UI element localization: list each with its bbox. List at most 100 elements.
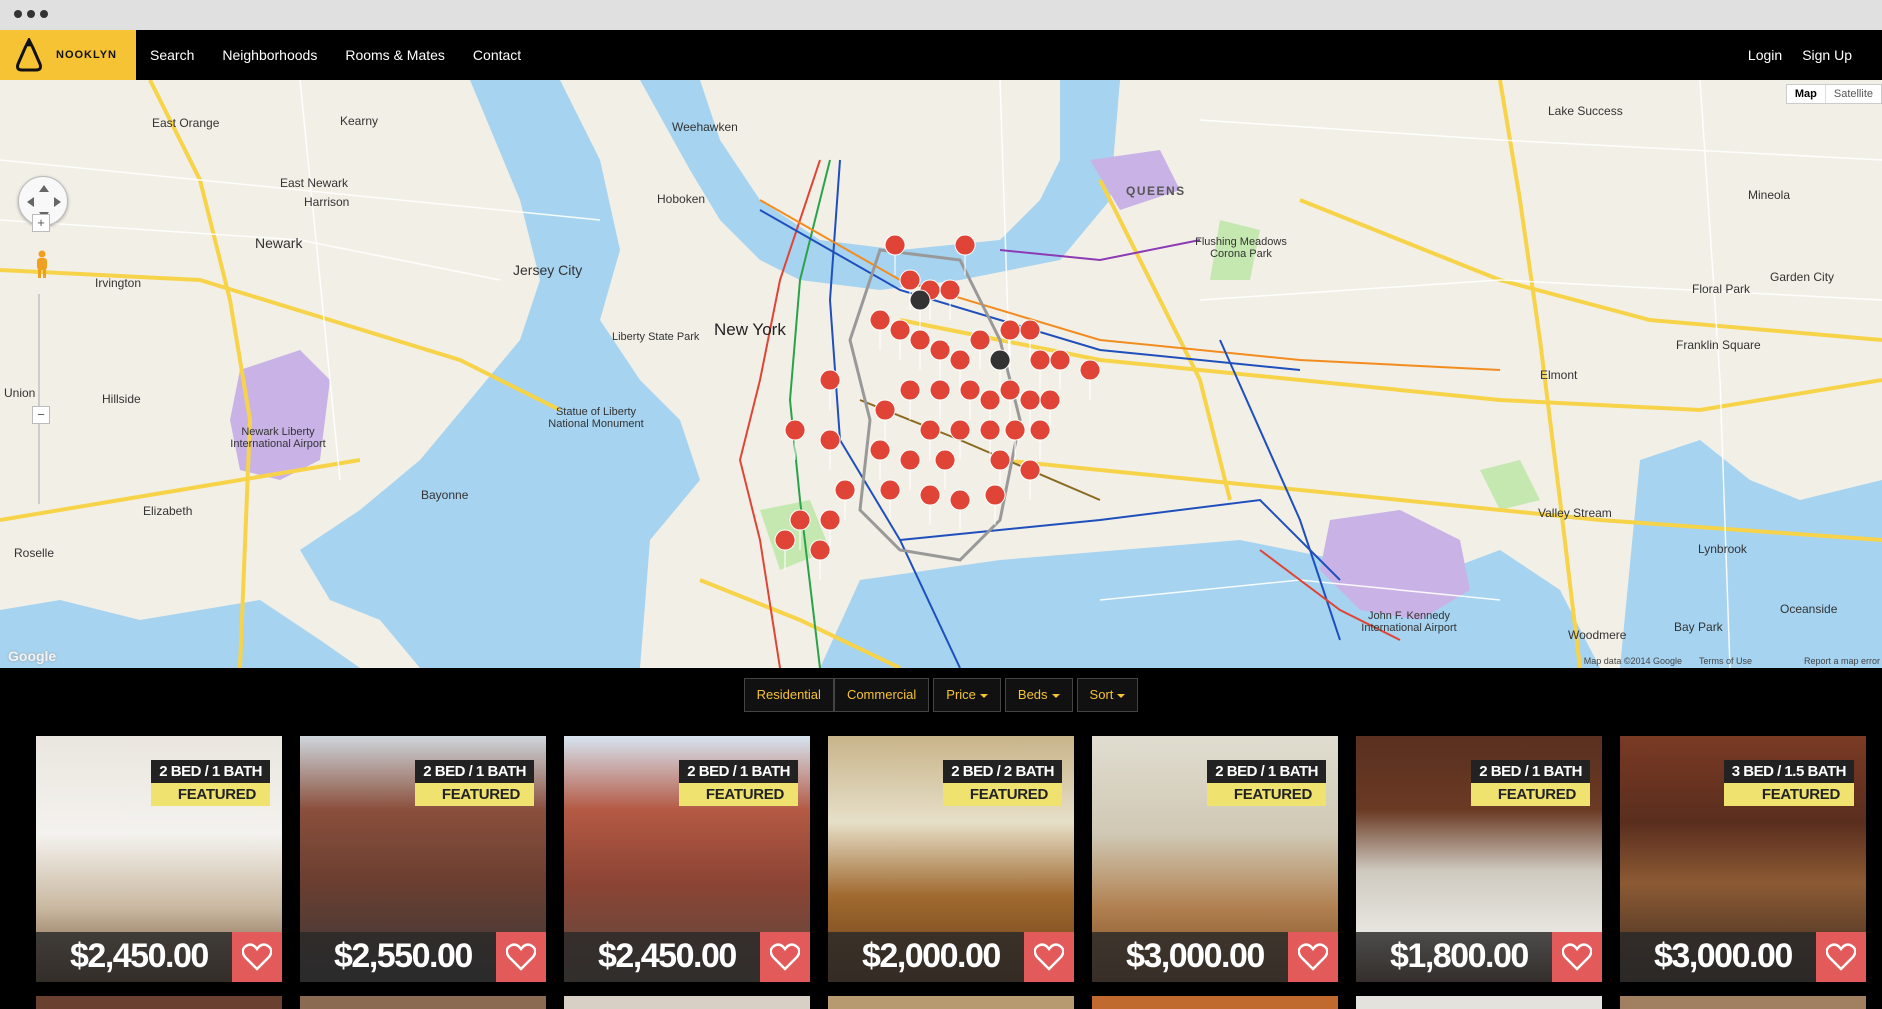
map-label-newark-airport: Newark Liberty International Airport: [230, 426, 326, 450]
beds-baths-label: 2 BED / 1 BATH: [1471, 760, 1590, 783]
listing-price: $2,450.00: [70, 937, 209, 975]
logo-text: NOOKLYN: [56, 49, 117, 61]
map-label-oceanside: Oceanside: [1780, 602, 1838, 616]
featured-badge: FEATURED: [943, 783, 1062, 806]
featured-badge: FEATURED: [151, 783, 270, 806]
caret-down-icon: [1117, 693, 1126, 698]
map-label-weehawken: Weehawken: [672, 120, 738, 134]
listing-card-partial[interactable]: [1620, 996, 1866, 1009]
map-label-hillside: Hillside: [102, 392, 141, 406]
price-dropdown[interactable]: Price: [933, 678, 1001, 712]
beds-label: Beds: [1017, 687, 1048, 702]
listing-grid-row-2: [36, 996, 1866, 1009]
beds-baths-label: 2 BED / 1 BATH: [679, 760, 798, 783]
listing-card[interactable]: 2 BED / 1 BATH FEATURED $2,450.00: [36, 736, 282, 982]
listing-card[interactable]: 2 BED / 1 BATH FEATURED $2,450.00: [564, 736, 810, 982]
listing-card[interactable]: 2 BED / 2 BATH FEATURED $2,000.00: [828, 736, 1074, 982]
listing-tag: 2 BED / 1 BATH FEATURED: [151, 760, 270, 806]
listing-tag: 2 BED / 1 BATH FEATURED: [1471, 760, 1590, 806]
map-type-map-button[interactable]: Map: [1787, 85, 1826, 103]
map-report-link[interactable]: Report a map error: [1804, 656, 1880, 666]
listing-price: $1,800.00: [1390, 937, 1529, 975]
listing-card[interactable]: 3 BED / 1.5 BATH FEATURED $3,000.00: [1620, 736, 1866, 982]
heart-icon: [1562, 943, 1592, 971]
favorite-button[interactable]: [1552, 932, 1602, 982]
favorite-button[interactable]: [1288, 932, 1338, 982]
map-terms-link[interactable]: Terms of Use: [1699, 656, 1752, 666]
listing-card-partial[interactable]: [1356, 996, 1602, 1009]
favorite-button[interactable]: [232, 932, 282, 982]
listing-price: $2,450.00: [598, 937, 737, 975]
heart-icon: [770, 943, 800, 971]
listings-map[interactable]: New York Newark Jersey City East Orange …: [0, 80, 1882, 668]
zoom-out-button[interactable]: −: [32, 406, 50, 424]
map-label-bayonne: Bayonne: [421, 488, 469, 502]
listing-card[interactable]: 2 BED / 1 BATH FEATURED $1,800.00: [1356, 736, 1602, 982]
residential-button[interactable]: Residential: [743, 678, 834, 712]
heart-icon: [1826, 943, 1856, 971]
nav-search[interactable]: Search: [136, 47, 208, 63]
sort-label: Sort: [1089, 687, 1114, 702]
map-label-flushing-meadows: Flushing Meadows Corona Park: [1195, 236, 1287, 260]
beds-baths-label: 2 BED / 1 BATH: [151, 760, 270, 783]
listing-card-partial[interactable]: [36, 996, 282, 1009]
favorite-button[interactable]: [760, 932, 810, 982]
heart-icon: [1298, 943, 1328, 971]
beds-baths-label: 2 BED / 1 BATH: [415, 760, 534, 783]
favorite-button[interactable]: [1024, 932, 1074, 982]
map-label-kearny: Kearny: [340, 114, 379, 128]
caret-down-icon: [1051, 693, 1060, 698]
map-label-statue: Statue of Liberty National Monument: [548, 406, 644, 430]
zoom-in-button[interactable]: +: [32, 214, 50, 232]
map-label-new-york: New York: [714, 320, 786, 339]
map-label-east-newark: East Newark: [280, 176, 349, 190]
listing-card-partial[interactable]: [300, 996, 546, 1009]
map-label-woodmere: Woodmere: [1568, 628, 1627, 642]
caret-down-icon: [979, 693, 988, 698]
listing-pins: [774, 234, 1101, 581]
map-label-liberty-park: Liberty State Park: [612, 331, 700, 343]
listing-grid: 2 BED / 1 BATH FEATURED $2,450.00 2 BED /…: [36, 736, 1866, 982]
zoom-slider[interactable]: [38, 294, 48, 504]
map-base: [0, 80, 1882, 668]
favorite-button[interactable]: [496, 932, 546, 982]
listing-price: $3,000.00: [1126, 937, 1265, 975]
main-nav: Search Neighborhoods Rooms & Mates Conta…: [136, 30, 535, 80]
map-label-jersey-city: Jersey City: [513, 262, 583, 278]
listing-card-partial[interactable]: [828, 996, 1074, 1009]
heart-icon: [506, 943, 536, 971]
map-type-satellite-button[interactable]: Satellite: [1826, 85, 1881, 103]
pegman-icon[interactable]: [34, 250, 50, 280]
beds-dropdown[interactable]: Beds: [1004, 678, 1073, 712]
map-label-elmont: Elmont: [1540, 368, 1578, 382]
featured-badge: FEATURED: [679, 783, 798, 806]
listing-price: $3,000.00: [1654, 937, 1793, 975]
map-label-floral-park: Floral Park: [1692, 282, 1751, 296]
featured-badge: FEATURED: [1207, 783, 1326, 806]
signup-link[interactable]: Sign Up: [1792, 47, 1862, 63]
listing-card[interactable]: 2 BED / 1 BATH FEATURED $2,550.00: [300, 736, 546, 982]
listing-card-partial[interactable]: [1092, 996, 1338, 1009]
map-label-union: Union: [4, 386, 36, 400]
google-logo: Google: [8, 648, 57, 664]
nav-contact[interactable]: Contact: [459, 47, 535, 63]
logo[interactable]: NOOKLYN: [0, 30, 136, 80]
listing-tag: 2 BED / 2 BATH FEATURED: [943, 760, 1062, 806]
nav-neighborhoods[interactable]: Neighborhoods: [208, 47, 331, 63]
listing-card[interactable]: 2 BED / 1 BATH FEATURED $3,000.00: [1092, 736, 1338, 982]
login-link[interactable]: Login: [1738, 47, 1792, 63]
sort-dropdown[interactable]: Sort: [1076, 678, 1139, 712]
commercial-button[interactable]: Commercial: [833, 678, 930, 712]
favorite-button[interactable]: [1816, 932, 1866, 982]
map-label-irvington: Irvington: [95, 276, 142, 290]
featured-badge: FEATURED: [1471, 783, 1590, 806]
map-label-newark: Newark: [255, 235, 303, 251]
nav-rooms-mates[interactable]: Rooms & Mates: [331, 47, 459, 63]
heart-icon: [242, 943, 272, 971]
map-label-east-orange: East Orange: [152, 116, 220, 130]
listing-price: $2,550.00: [334, 937, 473, 975]
map-label-lake-success: Lake Success: [1548, 104, 1623, 118]
beds-baths-label: 3 BED / 1.5 BATH: [1723, 760, 1854, 783]
map-label-harrison: Harrison: [304, 195, 350, 209]
listing-card-partial[interactable]: [564, 996, 810, 1009]
